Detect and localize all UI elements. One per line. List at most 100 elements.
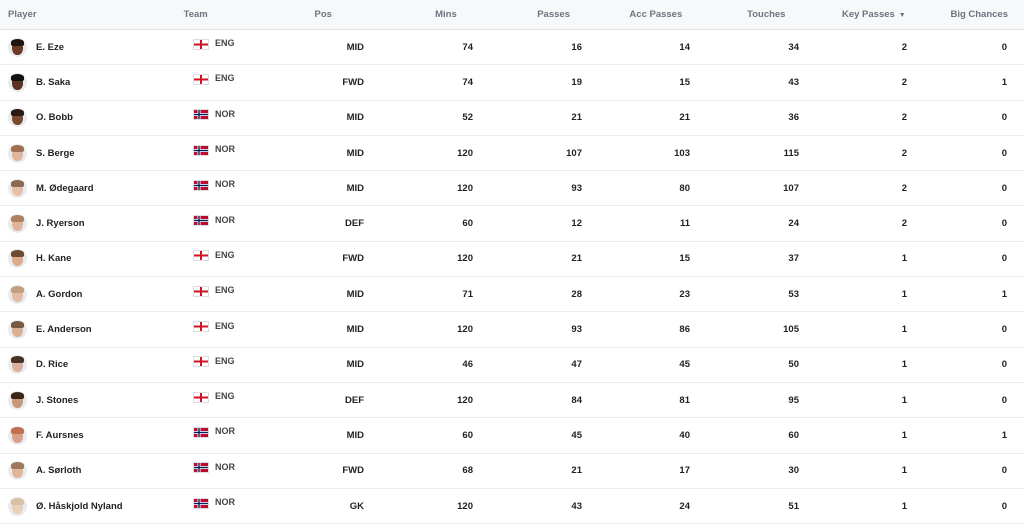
- key-passes-cell: 2: [901, 182, 907, 194]
- player-cell[interactable]: D. Rice: [0, 355, 185, 375]
- avatar: [8, 72, 27, 92]
- table-row[interactable]: A. Gordon ENG MID 71 28 23 53 1 1: [0, 277, 1024, 313]
- header-passes[interactable]: Passes: [467, 9, 580, 20]
- avatar: [8, 108, 27, 128]
- header-acc-passes[interactable]: Acc Passes: [580, 9, 682, 20]
- header-player[interactable]: Player: [0, 9, 176, 20]
- player-cell[interactable]: J. Ryerson: [0, 214, 185, 234]
- table-row[interactable]: J. Stones ENG DEF 120 84 81 95 1 0: [0, 383, 1024, 419]
- key-passes-cell: 2: [901, 112, 907, 124]
- touches-cell: 60: [788, 429, 799, 441]
- player-name[interactable]: J. Ryerson: [36, 218, 85, 229]
- norway-flag-icon: [193, 144, 209, 156]
- table-row[interactable]: M. Ødegaard NOR MID 120 93 80 107 2 0: [0, 171, 1024, 207]
- team-cell: NOR: [185, 215, 300, 227]
- player-cell[interactable]: F. Aursnes: [0, 425, 185, 445]
- mins-cell: 120: [457, 394, 473, 406]
- player-name[interactable]: H. Kane: [36, 253, 71, 264]
- mins-cell: 74: [462, 76, 473, 88]
- touches-cell: 36: [788, 112, 799, 124]
- player-cell[interactable]: Ø. Håskjold Nyland: [0, 496, 185, 516]
- player-name[interactable]: A. Sørloth: [36, 465, 81, 476]
- header-big-chances[interactable]: Big Chances: [906, 9, 1024, 20]
- key-passes-cell: 2: [901, 218, 907, 230]
- player-name[interactable]: Ø. Håskjold Nyland: [36, 501, 123, 512]
- player-name[interactable]: O. Bobb: [36, 112, 73, 123]
- player-name[interactable]: M. Ødegaard: [36, 183, 94, 194]
- england-flag-icon: [193, 321, 209, 333]
- passes-cell: 21: [571, 112, 582, 124]
- avatar: [8, 390, 27, 410]
- player-cell[interactable]: B. Saka: [0, 72, 185, 92]
- table-row[interactable]: D. Rice ENG MID 46 47 45 50 1 0: [0, 348, 1024, 383]
- england-flag-icon: [193, 73, 209, 85]
- passes-cell: 43: [571, 500, 582, 512]
- position-cell: MID: [346, 324, 364, 336]
- position-cell: MID: [346, 112, 364, 124]
- player-name[interactable]: S. Berge: [36, 148, 75, 159]
- key-passes-cell: 1: [901, 465, 907, 477]
- table-row[interactable]: J. Ryerson NOR DEF 60 12 11 24 2 0: [0, 206, 1024, 242]
- player-cell[interactable]: J. Stones: [0, 390, 185, 410]
- player-cell[interactable]: O. Bobb: [0, 108, 185, 128]
- passes-cell: 84: [571, 394, 582, 406]
- passes-cell: 47: [571, 359, 582, 371]
- team-code: ENG: [215, 391, 235, 402]
- header-pos[interactable]: Pos: [285, 9, 354, 20]
- touches-cell: 34: [788, 41, 799, 53]
- passes-cell: 19: [571, 76, 582, 88]
- big-chances-cell: 0: [1001, 500, 1007, 512]
- player-name[interactable]: F. Aursnes: [36, 430, 84, 441]
- player-name[interactable]: A. Gordon: [36, 289, 82, 300]
- touches-cell: 51: [788, 500, 799, 512]
- avatar: [8, 37, 27, 57]
- mins-cell: 60: [462, 429, 473, 441]
- table-row[interactable]: B. Saka ENG FWD 74 19 15 43 2 1: [0, 65, 1024, 101]
- header-key-passes[interactable]: Key Passes ▼: [803, 9, 906, 20]
- avatar: [8, 496, 27, 516]
- table-row[interactable]: H. Kane ENG FWD 120 21 15 37 1 0: [0, 242, 1024, 278]
- key-passes-cell: 1: [901, 288, 907, 300]
- table-row[interactable]: A. Sørloth NOR FWD 68 21 17 30 1 0: [0, 454, 1024, 489]
- key-passes-cell: 2: [901, 147, 907, 159]
- big-chances-cell: 0: [1001, 253, 1007, 265]
- player-stats-table: Player Team Pos Mins Passes Acc Passes T…: [0, 0, 1024, 525]
- player-name[interactable]: E. Anderson: [36, 324, 92, 335]
- player-name[interactable]: E. Eze: [36, 42, 64, 53]
- player-cell[interactable]: H. Kane: [0, 249, 185, 269]
- big-chances-cell: 1: [1001, 288, 1007, 300]
- position-cell: MID: [346, 41, 364, 53]
- player-cell[interactable]: A. Sørloth: [0, 461, 185, 481]
- key-passes-cell: 1: [901, 394, 907, 406]
- team-code: NOR: [215, 426, 235, 437]
- player-cell[interactable]: A. Gordon: [0, 284, 185, 304]
- table-row[interactable]: Ø. Håskjold Nyland NOR GK 120 43 24 51 1 0: [0, 489, 1024, 525]
- position-cell: FWD: [342, 76, 364, 88]
- acc-passes-cell: 23: [679, 288, 690, 300]
- table-row[interactable]: E. Eze ENG MID 74 16 14 34 2 0: [0, 30, 1024, 66]
- player-cell[interactable]: S. Berge: [0, 143, 185, 163]
- team-code: NOR: [215, 497, 235, 507]
- header-touches[interactable]: Touches: [682, 9, 803, 20]
- table-row[interactable]: E. Anderson ENG MID 120 93 86 105 1 0: [0, 312, 1024, 348]
- table-row[interactable]: F. Aursnes NOR MID 60 45 40 60 1 1: [0, 418, 1024, 454]
- passes-cell: 93: [571, 324, 582, 336]
- acc-passes-cell: 15: [679, 76, 690, 88]
- player-cell[interactable]: E. Anderson: [0, 320, 185, 340]
- table-row[interactable]: O. Bobb NOR MID 52 21 21 36 2 0: [0, 101, 1024, 136]
- england-flag-icon: [193, 356, 209, 368]
- england-flag-icon: [193, 285, 209, 297]
- player-name[interactable]: D. Rice: [36, 359, 68, 370]
- team-code: NOR: [215, 461, 235, 472]
- header-mins[interactable]: Mins: [354, 9, 467, 20]
- passes-cell: 12: [571, 218, 582, 230]
- header-team[interactable]: Team: [176, 9, 285, 20]
- player-name[interactable]: J. Stones: [36, 395, 78, 406]
- position-cell: GK: [349, 500, 364, 512]
- player-name[interactable]: B. Saka: [36, 77, 70, 88]
- team-cell: ENG: [185, 356, 300, 368]
- avatar: [8, 249, 27, 269]
- table-row[interactable]: S. Berge NOR MID 120 107 103 115 2 0: [0, 136, 1024, 172]
- player-cell[interactable]: M. Ødegaard: [0, 178, 185, 198]
- player-cell[interactable]: E. Eze: [0, 37, 185, 57]
